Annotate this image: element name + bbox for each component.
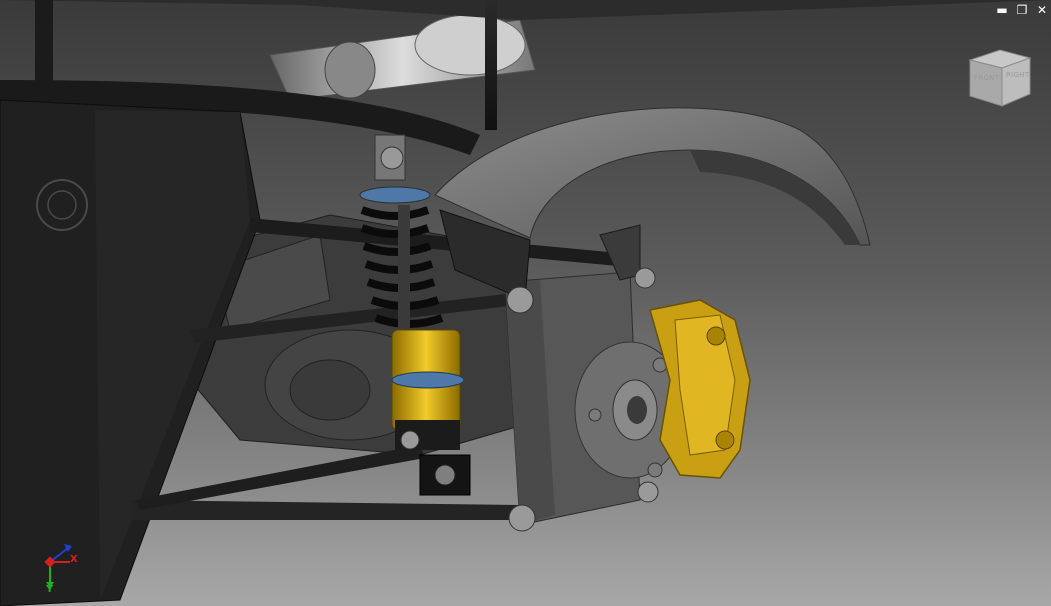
coordinate-triad: X Y: [40, 540, 90, 600]
3d-viewport[interactable]: [0, 0, 1051, 606]
viewcube-front-label[interactable]: FRONT: [974, 74, 999, 82]
viewcube-right-label[interactable]: RIGHT: [1006, 71, 1029, 79]
x-axis-label: X: [70, 554, 78, 565]
window-controls: ▬ ❐ ✕: [995, 3, 1049, 17]
viewcube[interactable]: FRONT RIGHT: [962, 44, 1040, 114]
restore-button[interactable]: ❐: [1015, 3, 1029, 17]
close-button[interactable]: ✕: [1035, 3, 1049, 17]
suspension-assembly-model: [0, 0, 1051, 606]
minimize-button[interactable]: ▬: [995, 3, 1009, 17]
y-axis-label: Y: [46, 584, 54, 595]
